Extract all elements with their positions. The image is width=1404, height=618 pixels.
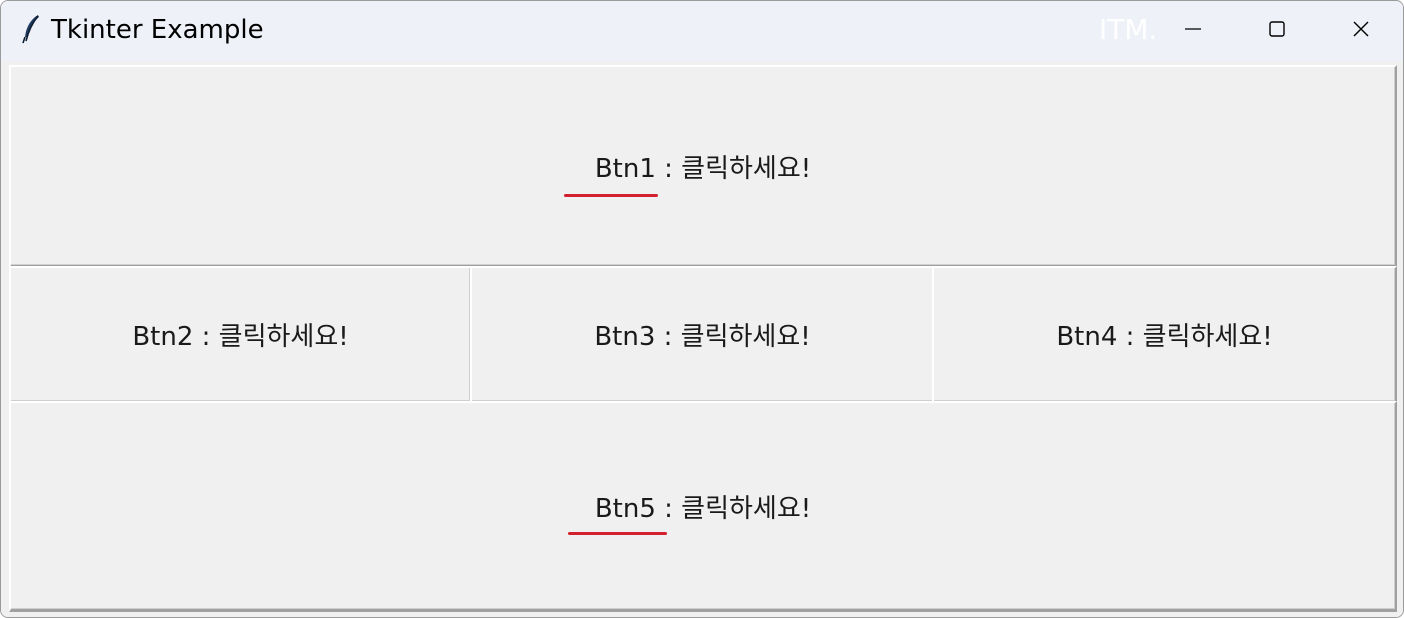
btn3-label: Btn3 : 클릭하세요! bbox=[594, 322, 811, 352]
window-title: Tkinter Example bbox=[51, 15, 264, 45]
btn5-red-underline bbox=[568, 532, 667, 535]
watermark-text: ITM. bbox=[1099, 13, 1158, 46]
btn1-label: Btn1 : 클릭하세요! bbox=[594, 153, 812, 184]
btn1-button[interactable]: Btn1 : 클릭하세요! bbox=[9, 65, 1397, 268]
btn3-button[interactable]: Btn3 : 클릭하세요! bbox=[470, 266, 935, 404]
btn4-label: Btn4 : 클릭하세요! bbox=[1056, 322, 1273, 352]
btn2-label: Btn2 : 클릭하세요! bbox=[132, 322, 349, 352]
maximize-button[interactable] bbox=[1235, 1, 1319, 57]
app-window: Tkinter Example ITM. Btn1: 클릭하세요! Btn2 … bbox=[0, 0, 1404, 618]
btn5-label: Btn5 : 클릭하세요! bbox=[594, 493, 812, 524]
btn4-button[interactable]: Btn4 : 클릭하세요! bbox=[932, 266, 1397, 404]
window-content: Btn1 : 클릭하세요! Btn2 : 클릭하세요! Btn3 : 클릭하세요… bbox=[1, 61, 1403, 617]
btn1-red-underline bbox=[564, 194, 658, 197]
btn5-button[interactable]: Btn5 : 클릭하세요! bbox=[9, 401, 1397, 612]
btn2-button[interactable]: Btn2 : 클릭하세요! bbox=[9, 266, 472, 404]
close-button[interactable] bbox=[1319, 1, 1403, 57]
feather-icon bbox=[19, 13, 43, 45]
title-bar[interactable]: Tkinter Example ITM. bbox=[1, 1, 1403, 61]
minimize-button[interactable] bbox=[1151, 1, 1235, 57]
